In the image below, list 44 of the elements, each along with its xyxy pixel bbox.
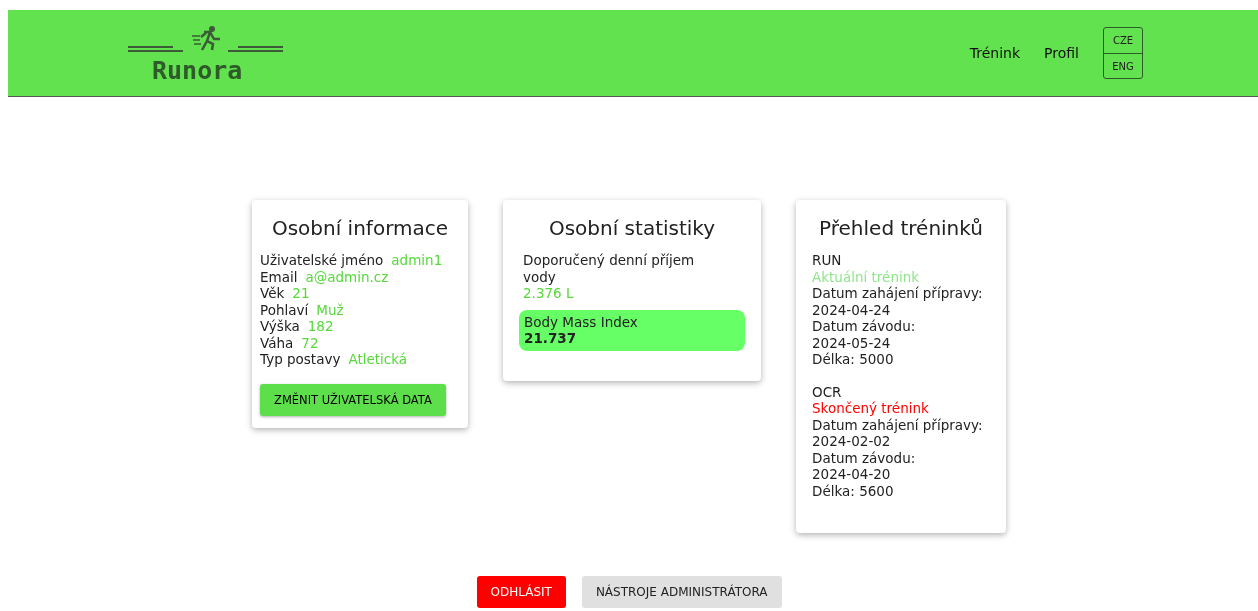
- stat-value: 2.376 L: [523, 285, 575, 302]
- field-value: a@admin.cz: [305, 268, 389, 285]
- field-label: Výška: [260, 318, 300, 335]
- field-label: Pohlaví: [260, 301, 309, 318]
- training-status: Skončený trénink: [812, 400, 930, 417]
- training-detail: Datum závodu:: [812, 449, 917, 466]
- field-label: Typ postavy: [260, 351, 341, 368]
- stat-label: Doporučený denní příjem vody: [523, 252, 696, 285]
- training-name: RUN: [812, 252, 843, 269]
- nav-link[interactable]: Trénink: [969, 42, 1021, 64]
- logo-icon: [128, 23, 284, 54]
- stat-label: Body Mass Index: [524, 313, 639, 330]
- stat-value: 21.737: [524, 330, 578, 347]
- logout-button[interactable]: ODHLÁSIT: [476, 576, 566, 608]
- field-value: Muž: [316, 301, 344, 318]
- language-button[interactable]: CZE: [1104, 28, 1142, 53]
- training-detail: 2024-05-24: [812, 334, 892, 351]
- change-data-button[interactable]: ZMĚNIT UŽIVATELSKÁ DATA: [260, 383, 446, 416]
- training-detail: Délka: 5000: [812, 351, 895, 368]
- card-title: Přehled tréninků: [818, 216, 984, 240]
- training-status: Aktuální trénink: [812, 268, 921, 285]
- training-detail: 2024-02-02: [812, 433, 892, 450]
- field-value: 21: [292, 285, 310, 302]
- training-detail: Datum zahájení přípravy:: [812, 285, 984, 302]
- card-title: Osobní informace: [270, 216, 450, 240]
- field-label: Věk: [260, 285, 285, 302]
- field-value: 72: [301, 334, 319, 351]
- training-detail: Délka: 5600: [812, 482, 895, 499]
- training-detail: 2024-04-20: [812, 466, 892, 483]
- card-title: Osobní statistiky: [547, 216, 717, 240]
- field-label: Email: [260, 268, 298, 285]
- field-label: Váha: [260, 334, 294, 351]
- field-value: admin1: [391, 252, 443, 269]
- field-value: 182: [307, 318, 334, 335]
- training-detail: 2024-04-24: [812, 301, 892, 318]
- admin-tools-button[interactable]: NÁSTROJE ADMINISTRÁTORA: [581, 576, 782, 608]
- field-label: Uživatelské jméno: [260, 252, 384, 269]
- training-detail: Datum závodu:: [812, 318, 917, 335]
- language-button[interactable]: ENG: [1104, 53, 1142, 78]
- training-name: OCR: [812, 383, 843, 400]
- training-detail: Datum zahájení přípravy:: [812, 416, 984, 433]
- logo-text: Runora: [152, 57, 243, 83]
- field-value: Atletická: [348, 351, 408, 368]
- nav-link[interactable]: Profil: [1044, 42, 1079, 64]
